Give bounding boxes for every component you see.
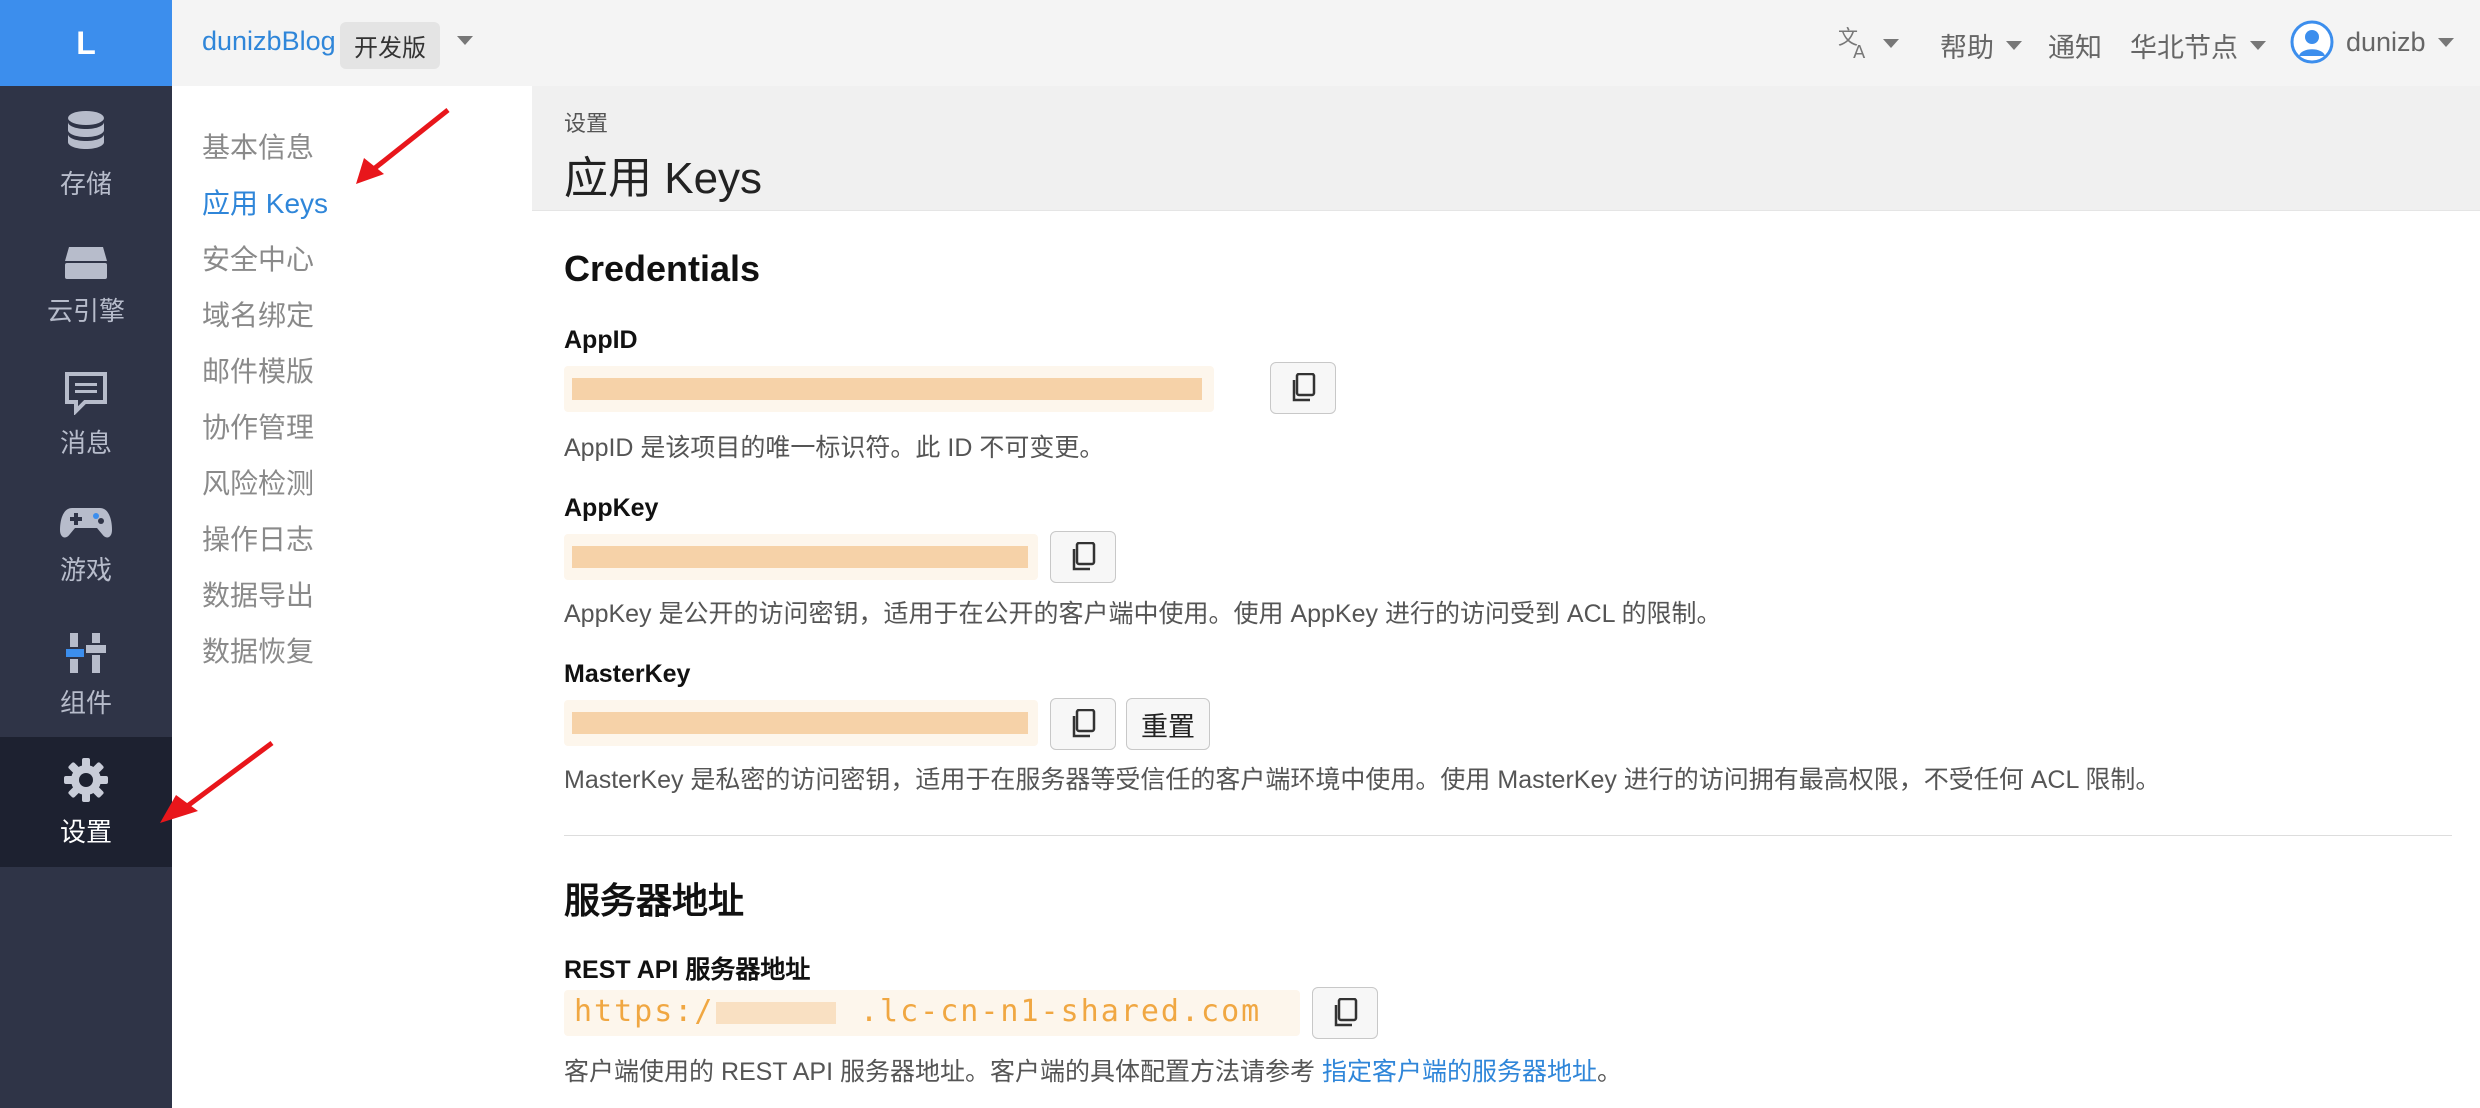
rail-label: 游戏 bbox=[59, 554, 112, 585]
breadcrumb[interactable]: 设置 bbox=[564, 106, 608, 138]
appid-value[interactable] bbox=[564, 366, 1214, 412]
settings-subnav: 基本信息 应用 Keys 安全中心 域名绑定 邮件模版 协作管理 风险检测 操作… bbox=[172, 86, 532, 1108]
appkey-label: AppKey bbox=[564, 494, 659, 522]
rest-desc-end: 。 bbox=[1596, 1058, 1622, 1086]
app-name-link[interactable]: dunizbBlog bbox=[202, 26, 336, 57]
rail-item-cloud-engine[interactable]: 云引擎 bbox=[0, 220, 172, 350]
copy-icon bbox=[1072, 709, 1096, 738]
rest-url-prefix: https:/ bbox=[574, 994, 715, 1029]
env-badge[interactable]: 开发版 bbox=[340, 22, 440, 69]
region-label: 华北节点 bbox=[2130, 33, 2238, 63]
subnav-item-risk-detection[interactable]: 风险检测 bbox=[202, 462, 314, 502]
subnav-item-collaboration[interactable]: 协作管理 bbox=[202, 406, 314, 446]
language-menu[interactable]: 文 A bbox=[1837, 26, 1899, 60]
section-divider bbox=[564, 835, 2452, 836]
page-header: 设置 应用 Keys bbox=[532, 86, 2480, 211]
annotation-arrow-icon bbox=[356, 108, 450, 184]
annotation-arrow-icon bbox=[160, 740, 274, 823]
subnav-item-email-template[interactable]: 邮件模版 bbox=[202, 350, 314, 390]
appid-description: AppID 是该项目的唯一标识符。此 ID 不可变更。 bbox=[564, 434, 1105, 462]
chevron-down-icon[interactable] bbox=[457, 36, 473, 45]
copy-appid-button[interactable] bbox=[1270, 362, 1336, 414]
components-icon bbox=[66, 632, 106, 673]
rail-item-storage[interactable]: 存储 bbox=[0, 90, 172, 220]
copy-appkey-button[interactable] bbox=[1050, 531, 1116, 583]
rest-api-label: REST API 服务器地址 bbox=[564, 956, 811, 984]
main-content: 设置 应用 Keys Credentials AppID AppID 是该项目的… bbox=[532, 86, 2480, 1108]
message-icon bbox=[65, 371, 107, 415]
appid-label: AppID bbox=[564, 326, 638, 354]
chevron-down-icon bbox=[2250, 41, 2266, 50]
server-heading: 服务器地址 bbox=[564, 880, 745, 921]
chevron-down-icon bbox=[1883, 38, 1899, 48]
credentials-heading: Credentials bbox=[564, 248, 761, 289]
rail-item-components[interactable]: 组件 bbox=[0, 610, 172, 740]
copy-rest-url-button[interactable] bbox=[1312, 987, 1378, 1039]
rail-label: 存储 bbox=[59, 168, 112, 199]
help-label: 帮助 bbox=[1940, 33, 1994, 63]
masterkey-description: MasterKey 是私密的访问密钥，适用于在服务器等受信任的客户端环境中使用。… bbox=[564, 766, 2161, 794]
rest-api-description: 客户端使用的 REST API 服务器地址。客户端的具体配置方法请参考 指定客户… bbox=[564, 1052, 1622, 1088]
gamepad-icon bbox=[60, 507, 112, 537]
server-icon bbox=[65, 246, 107, 279]
top-bar: dunizbBlog 开发版 文 A 帮助 通知 华北节点 dunizb bbox=[172, 0, 2480, 87]
subnav-item-app-keys[interactable]: 应用 Keys bbox=[202, 182, 328, 222]
user-menu[interactable]: dunizb bbox=[2290, 20, 2454, 64]
translate-icon: 文 A bbox=[1838, 26, 1866, 60]
app-logo[interactable]: L bbox=[0, 0, 172, 86]
icon-rail: L 存储 云引擎 消息 游戏 组件 设置 bbox=[0, 0, 172, 1108]
copy-icon bbox=[1334, 998, 1358, 1027]
subnav-item-data-export[interactable]: 数据导出 bbox=[202, 574, 314, 614]
help-menu[interactable]: 帮助 bbox=[1940, 26, 2022, 65]
rest-url-suffix: .lc-cn-n1-shared.com bbox=[860, 994, 1262, 1029]
chevron-down-icon bbox=[2006, 41, 2022, 50]
rail-item-message[interactable]: 消息 bbox=[0, 350, 172, 480]
rail-label: 组件 bbox=[59, 687, 112, 718]
copy-masterkey-button[interactable] bbox=[1050, 698, 1116, 750]
copy-icon bbox=[1292, 373, 1316, 402]
rail-label: 消息 bbox=[59, 427, 112, 458]
subnav-item-operation-log[interactable]: 操作日志 bbox=[202, 518, 314, 558]
subnav-item-basic-info[interactable]: 基本信息 bbox=[202, 126, 314, 166]
database-icon bbox=[68, 110, 104, 149]
server-address-doc-link[interactable]: 指定客户端的服务器地址 bbox=[1322, 1058, 1597, 1086]
rail-item-settings[interactable]: 设置 bbox=[0, 737, 172, 867]
appkey-description: AppKey 是公开的访问密钥，适用于在公开的客户端中使用。使用 AppKey … bbox=[564, 600, 1722, 628]
notification-link[interactable]: 通知 bbox=[2048, 26, 2102, 65]
user-name: dunizb bbox=[2346, 26, 2426, 57]
reset-masterkey-button[interactable]: 重置 bbox=[1126, 698, 1210, 750]
rail-item-game[interactable]: 游戏 bbox=[0, 480, 172, 610]
page-title: 应用 Keys bbox=[564, 154, 763, 203]
notify-label: 通知 bbox=[2048, 33, 2102, 63]
avatar-icon bbox=[2290, 20, 2334, 64]
copy-icon bbox=[1072, 542, 1096, 571]
subnav-item-data-restore[interactable]: 数据恢复 bbox=[202, 630, 314, 670]
rest-api-url[interactable]: https:/ .lc-cn-n1-shared.com bbox=[564, 990, 1300, 1036]
gear-icon bbox=[64, 757, 108, 802]
chevron-down-icon bbox=[2437, 37, 2454, 47]
svg-text:A: A bbox=[1853, 42, 1866, 60]
masterkey-label: MasterKey bbox=[564, 660, 691, 688]
region-menu[interactable]: 华北节点 bbox=[2130, 26, 2266, 65]
masterkey-value[interactable] bbox=[564, 700, 1038, 746]
rail-label: 云引擎 bbox=[46, 295, 125, 326]
rail-label: 设置 bbox=[59, 816, 112, 847]
subnav-item-security[interactable]: 安全中心 bbox=[202, 238, 314, 278]
subnav-item-domain[interactable]: 域名绑定 bbox=[202, 294, 314, 334]
rest-desc-text: 客户端使用的 REST API 服务器地址。客户端的具体配置方法请参考 bbox=[564, 1058, 1322, 1086]
appkey-value[interactable] bbox=[564, 534, 1038, 580]
